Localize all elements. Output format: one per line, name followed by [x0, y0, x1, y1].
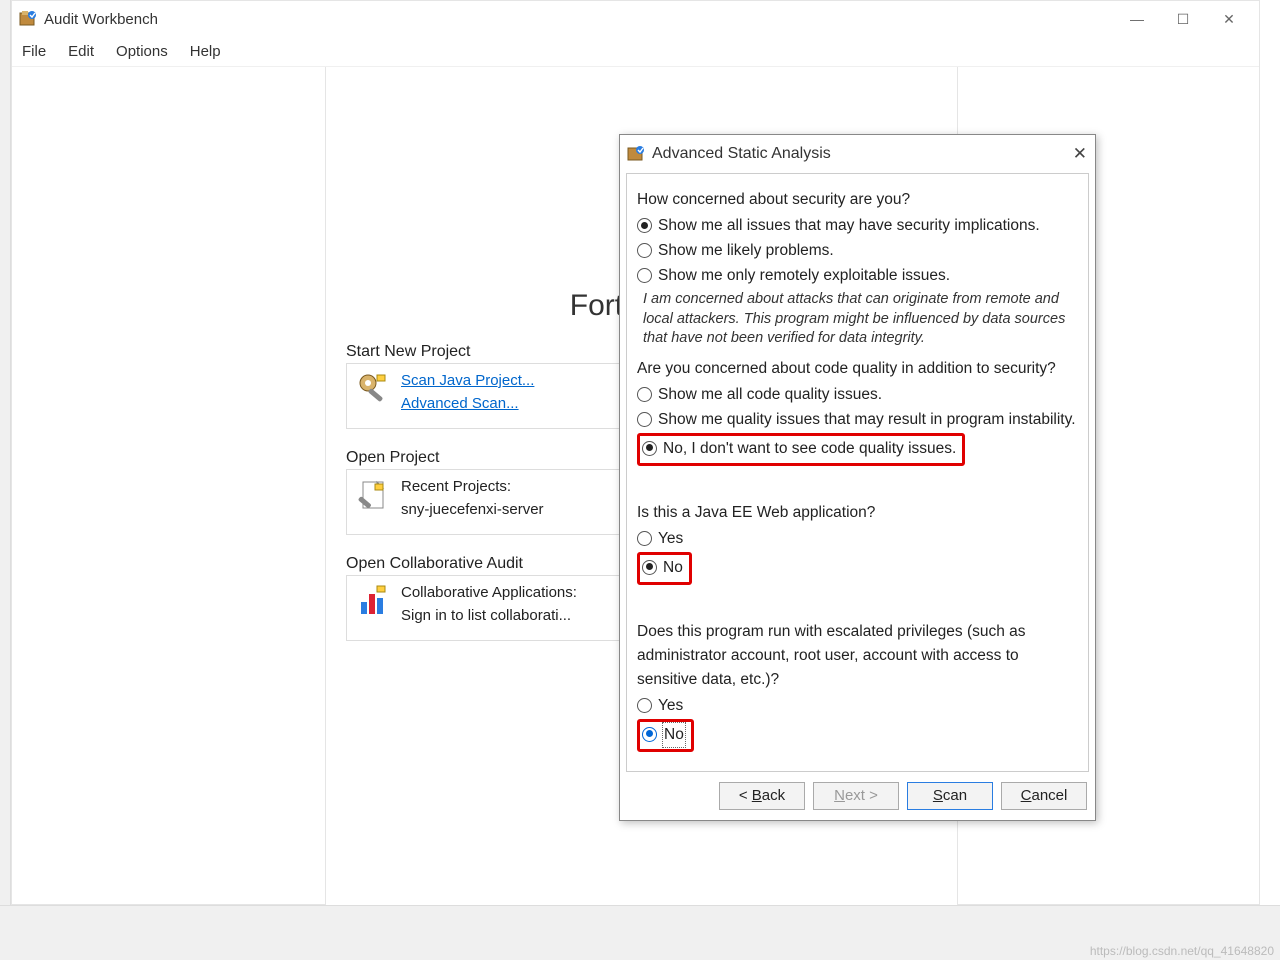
- close-button[interactable]: ✕: [1219, 11, 1239, 28]
- radio-icon: [637, 698, 652, 713]
- radio-icon: [637, 218, 652, 233]
- radio-quality-none[interactable]: No, I don't want to see code quality iss…: [637, 433, 965, 466]
- maximize-button[interactable]: ☐: [1173, 11, 1193, 28]
- next-button[interactable]: Next >: [813, 782, 899, 810]
- radio-quality-instability[interactable]: Show me quality issues that may result i…: [637, 408, 1078, 432]
- question-code-quality: Are you concerned about code quality in …: [637, 357, 1078, 381]
- question-javaee: Is this a Java EE Web application?: [637, 501, 1078, 525]
- link-scan-java[interactable]: Scan Java Project...: [401, 372, 534, 389]
- dialog-titlebar: Advanced Static Analysis ✕: [620, 135, 1095, 173]
- dialog-title: Advanced Static Analysis: [652, 145, 1073, 163]
- radio-javaee-yes[interactable]: Yes: [637, 527, 1078, 551]
- bar-chart-icon: [357, 584, 391, 618]
- radio-quality-all[interactable]: Show me all code quality issues.: [637, 383, 1078, 407]
- radio-security-all[interactable]: Show me all issues that may have securit…: [637, 214, 1078, 238]
- back-button[interactable]: < Back: [719, 782, 805, 810]
- radio-icon: [642, 727, 657, 742]
- bottom-bar: https://blog.csdn.net/qq_41648820: [0, 905, 1280, 960]
- radio-priv-no[interactable]: No: [637, 719, 694, 752]
- dialog-advanced-static-analysis: Advanced Static Analysis ✕ How concerned…: [619, 134, 1096, 821]
- menu-file[interactable]: File: [22, 43, 46, 60]
- security-hint: I am concerned about attacks that can or…: [643, 290, 1078, 349]
- menu-help[interactable]: Help: [190, 43, 221, 60]
- document-wrench-icon: [357, 478, 391, 512]
- dialog-close-button[interactable]: ✕: [1073, 144, 1087, 164]
- question-privileges: Does this program run with escalated pri…: [637, 620, 1078, 692]
- radio-security-remote[interactable]: Show me only remotely exploitable issues…: [637, 264, 1078, 288]
- dialog-buttons: < Back Next > Scan Cancel: [620, 772, 1095, 820]
- radio-icon: [637, 412, 652, 427]
- menu-options[interactable]: Options: [116, 43, 168, 60]
- watermark: https://blog.csdn.net/qq_41648820: [1090, 944, 1274, 958]
- radio-icon: [642, 560, 657, 575]
- radio-icon: [637, 243, 652, 258]
- wrench-gear-icon: [357, 372, 391, 406]
- radio-javaee-no[interactable]: No: [637, 552, 692, 585]
- radio-icon: [637, 387, 652, 402]
- radio-icon: [642, 441, 657, 456]
- dialog-icon: [626, 144, 646, 164]
- scan-button[interactable]: Scan: [907, 782, 993, 810]
- radio-icon: [637, 531, 652, 546]
- window-controls: — ☐ ✕: [1127, 11, 1239, 28]
- question-security-concern: How concerned about security are you?: [637, 188, 1078, 212]
- cancel-button[interactable]: Cancel: [1001, 782, 1087, 810]
- left-gutter: [0, 0, 11, 960]
- main-titlebar: Audit Workbench — ☐ ✕: [12, 1, 1259, 37]
- menubar: File Edit Options Help: [12, 37, 1259, 67]
- main-title: Audit Workbench: [44, 11, 1127, 28]
- radio-priv-yes[interactable]: Yes: [637, 694, 1078, 718]
- link-advanced-scan[interactable]: Advanced Scan...: [401, 395, 519, 412]
- minimize-button[interactable]: —: [1127, 11, 1147, 27]
- menu-edit[interactable]: Edit: [68, 43, 94, 60]
- radio-icon: [637, 268, 652, 283]
- radio-security-likely[interactable]: Show me likely problems.: [637, 239, 1078, 263]
- app-icon: [18, 9, 38, 29]
- dialog-body: How concerned about security are you? Sh…: [626, 173, 1089, 772]
